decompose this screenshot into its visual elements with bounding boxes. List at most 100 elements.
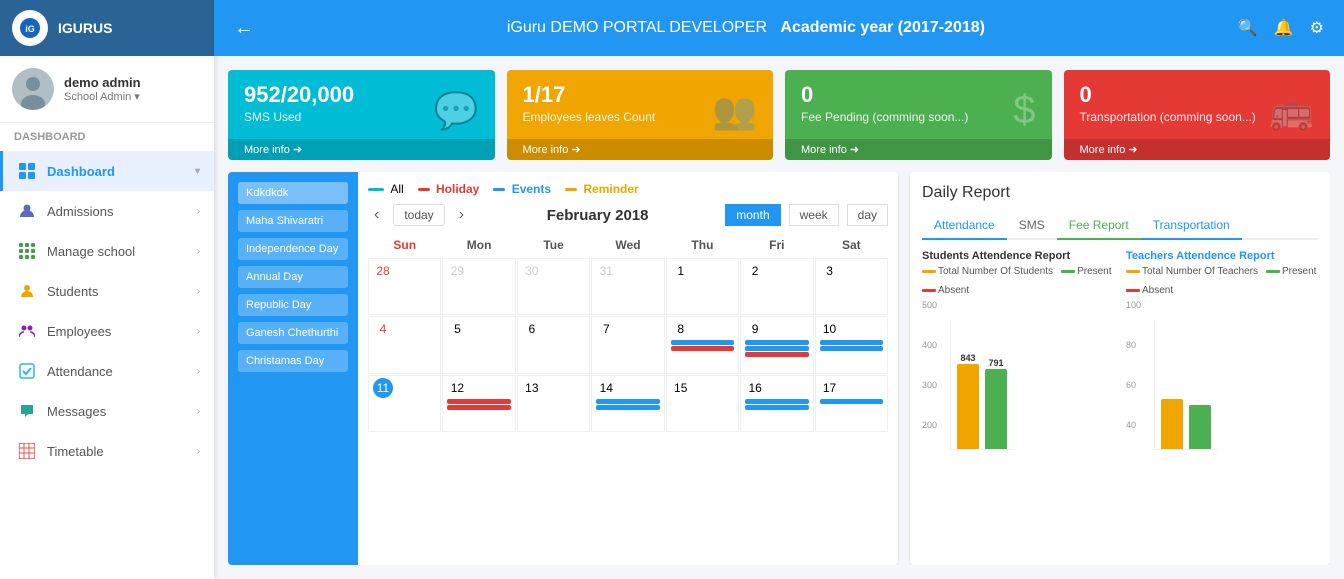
sidebar-item-timetable-label: Timetable bbox=[47, 444, 187, 459]
table-row[interactable]: 2 bbox=[740, 258, 813, 315]
table-row[interactable]: 15 bbox=[666, 375, 739, 432]
cal-prev-button[interactable]: ‹ bbox=[368, 204, 385, 226]
table-row[interactable]: 28 bbox=[368, 258, 441, 315]
tab-transportation[interactable]: Transportation bbox=[1141, 212, 1242, 240]
table-row[interactable]: 11 bbox=[368, 375, 441, 432]
cal-month-view-button[interactable]: month bbox=[725, 204, 780, 226]
sidebar-item-admissions[interactable]: Admissions › bbox=[0, 191, 214, 231]
table-row[interactable]: 1 bbox=[666, 258, 739, 315]
table-row[interactable]: 5 bbox=[442, 316, 515, 373]
day-sat: Sat bbox=[815, 234, 888, 256]
table-row[interactable]: 12 bbox=[442, 375, 515, 432]
sms-footer[interactable]: More info ➜ bbox=[228, 139, 495, 160]
search-icon[interactable]: 🔍 bbox=[1238, 18, 1258, 38]
cal-today-button[interactable]: today bbox=[393, 204, 444, 226]
event-maha-shivaratri[interactable]: Maha Shivaratri bbox=[238, 210, 348, 232]
sidebar-item-students-label: Students bbox=[47, 284, 187, 299]
sidebar-logo: iG IGURUS bbox=[0, 0, 214, 56]
table-row[interactable]: 16 bbox=[740, 375, 813, 432]
table-row[interactable]: 13 bbox=[517, 375, 590, 432]
header-icons: 🔍 🔔 ⚙ bbox=[1238, 18, 1324, 38]
day-sun: Sun bbox=[368, 234, 441, 256]
bar-present-teachers bbox=[1189, 405, 1211, 449]
table-row[interactable]: 31 bbox=[591, 258, 664, 315]
calendar-section: Kdkdkdk Maha Shivaratri Independence Day… bbox=[228, 172, 898, 565]
dashboard-icon bbox=[17, 161, 37, 181]
main-content: ← iGuru DEMO PORTAL DEVELOPER Academic y… bbox=[214, 0, 1344, 579]
table-row[interactable]: 3 bbox=[815, 258, 888, 315]
header-title: iGuru DEMO PORTAL DEVELOPER Academic yea… bbox=[270, 19, 1222, 37]
sidebar-user: demo admin School Admin ▾ bbox=[0, 56, 214, 123]
sidebar-item-employees[interactable]: Employees › bbox=[0, 311, 214, 351]
teachers-attendance-chart: Teachers Attendence Report Total Number … bbox=[1126, 250, 1318, 553]
bar-group-present: 791 bbox=[985, 358, 1007, 449]
table-row[interactable]: 10 bbox=[815, 316, 888, 373]
fee-pending-card: 0 Fee Pending (comming soon...) $ More i… bbox=[785, 70, 1052, 160]
table-row[interactable]: 7 bbox=[591, 316, 664, 373]
table-row[interactable]: 14 bbox=[591, 375, 664, 432]
table-row[interactable]: 4 bbox=[368, 316, 441, 373]
tab-sms[interactable]: SMS bbox=[1007, 212, 1057, 240]
table-row[interactable]: 8 bbox=[666, 316, 739, 373]
bell-icon[interactable]: 🔔 bbox=[1274, 18, 1294, 38]
admissions-icon bbox=[17, 201, 37, 221]
fee-pending-footer[interactable]: More info ➜ bbox=[785, 139, 1052, 160]
sidebar-item-attendance-label: Attendance bbox=[47, 364, 187, 379]
legend-events: Events bbox=[493, 182, 551, 196]
event-kdkdkdk[interactable]: Kdkdkdk bbox=[238, 182, 348, 204]
employees-icon bbox=[17, 321, 37, 341]
legend-reminder: Reminder bbox=[565, 182, 639, 196]
sidebar-item-manage-school-label: Manage school bbox=[47, 244, 187, 259]
chart-area: Students Attendence Report Total Number … bbox=[922, 250, 1318, 553]
sidebar-item-dashboard[interactable]: Dashboard ▾ bbox=[0, 151, 214, 191]
cal-day-view-button[interactable]: day bbox=[847, 204, 888, 226]
cal-month-title: February 2018 bbox=[478, 207, 717, 224]
day-wed: Wed bbox=[591, 234, 664, 256]
chevron-icon: › bbox=[197, 326, 200, 337]
sidebar-item-timetable[interactable]: Timetable › bbox=[0, 431, 214, 471]
event-ganesh-chethurthi[interactable]: Ganesh Chethurthi bbox=[238, 322, 348, 344]
sidebar-item-manage-school[interactable]: Manage school › bbox=[0, 231, 214, 271]
employees-leaves-card: 1/17 Employees leaves Count 👥 More info … bbox=[507, 70, 774, 160]
employees-leaves-footer[interactable]: More info ➜ bbox=[507, 139, 774, 160]
back-button[interactable]: ← bbox=[234, 17, 254, 40]
event-republic-day[interactable]: Republic Day bbox=[238, 294, 348, 316]
calendar-header: ‹ today › February 2018 month week day bbox=[368, 204, 888, 226]
chevron-icon: › bbox=[197, 206, 200, 217]
event-annual-day[interactable]: Annual Day bbox=[238, 266, 348, 288]
chevron-icon: › bbox=[197, 366, 200, 377]
sidebar-item-admissions-label: Admissions bbox=[47, 204, 187, 219]
timetable-icon bbox=[17, 441, 37, 461]
day-fri: Fri bbox=[740, 234, 813, 256]
sidebar-item-messages[interactable]: Messages › bbox=[0, 391, 214, 431]
sidebar-item-students[interactable]: Students › bbox=[0, 271, 214, 311]
tab-fee-report[interactable]: Fee Report bbox=[1057, 212, 1141, 240]
table-row[interactable]: 6 bbox=[517, 316, 590, 373]
tab-attendance[interactable]: Attendance bbox=[922, 212, 1007, 240]
daily-report-title: Daily Report bbox=[922, 184, 1318, 202]
fee-pending-label: Fee Pending (comming soon...) bbox=[801, 110, 1036, 124]
attendance-icon bbox=[17, 361, 37, 381]
table-row[interactable]: 30 bbox=[517, 258, 590, 315]
table-row[interactable]: 17 bbox=[815, 375, 888, 432]
event-christamas-day[interactable]: Christamas Day bbox=[238, 350, 348, 372]
chevron-icon: › bbox=[197, 406, 200, 417]
cal-week-view-button[interactable]: week bbox=[789, 204, 839, 226]
table-row[interactable]: 29 bbox=[442, 258, 515, 315]
cal-next-button[interactable]: › bbox=[453, 204, 470, 226]
table-row[interactable]: 9 bbox=[740, 316, 813, 373]
user-role: School Admin ▾ bbox=[64, 90, 202, 103]
legend-holiday: Holiday bbox=[418, 182, 480, 196]
cal-days-header: Sun Mon Tue Wed Thu Fri Sat bbox=[368, 234, 888, 256]
bar-group-teachers-total bbox=[1161, 399, 1183, 449]
sidebar: iG IGURUS demo admin School Admin ▾ Dash… bbox=[0, 0, 214, 579]
transportation-footer[interactable]: More info ➜ bbox=[1064, 139, 1331, 160]
fee-pending-number: 0 bbox=[801, 82, 1036, 108]
content-area: 952/20,000 SMS Used 💬 More info ➜ 1/17 E… bbox=[214, 56, 1344, 579]
event-independence-day[interactable]: Independence Day bbox=[238, 238, 348, 260]
sidebar-item-attendance[interactable]: Attendance › bbox=[0, 351, 214, 391]
settings-icon[interactable]: ⚙ bbox=[1310, 18, 1324, 38]
y-axis-students: 500400300200 bbox=[922, 300, 937, 430]
bar-present-students bbox=[985, 369, 1007, 449]
chevron-icon: › bbox=[197, 246, 200, 257]
